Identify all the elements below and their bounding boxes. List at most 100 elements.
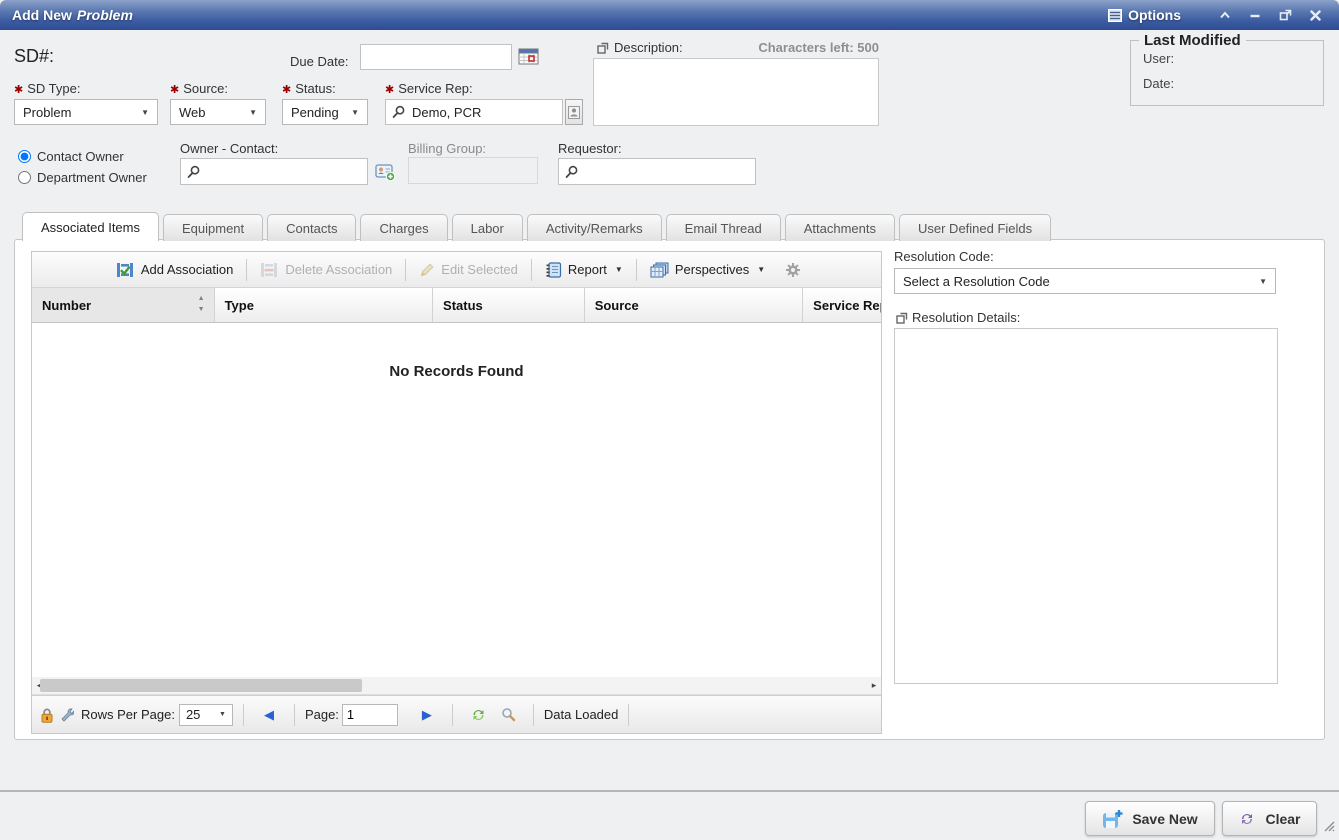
- tab-activity-remarks[interactable]: Activity/Remarks: [527, 214, 662, 241]
- department-owner-option[interactable]: Department Owner: [18, 170, 147, 185]
- bottom-action-bar: Save New Clear: [0, 790, 1339, 840]
- department-owner-label: Department Owner: [37, 170, 147, 185]
- footer-separator: [294, 704, 295, 726]
- due-date-field[interactable]: [367, 45, 505, 69]
- perspectives-button[interactable]: Perspectives ▼: [646, 262, 769, 278]
- refresh-button[interactable]: [470, 707, 487, 723]
- department-owner-radio[interactable]: [18, 171, 31, 184]
- tab-labor[interactable]: Labor: [452, 214, 523, 241]
- pencil-icon: [419, 262, 435, 278]
- service-rep-input[interactable]: Demo, PCR: [385, 99, 563, 125]
- service-rep-lookup-button[interactable]: [565, 99, 583, 125]
- resize-grip[interactable]: [1322, 819, 1335, 837]
- required-asterisk: ✱: [385, 84, 394, 96]
- close-button[interactable]: [1303, 4, 1327, 26]
- lock-button[interactable]: [40, 707, 54, 723]
- column-header-service-rep[interactable]: Service Rep: [803, 288, 881, 322]
- add-contact-button[interactable]: [374, 162, 396, 182]
- tab-attachments[interactable]: Attachments: [785, 214, 895, 241]
- rows-per-page-select[interactable]: 25 ▼: [179, 704, 233, 726]
- sd-type-value: Problem: [23, 105, 71, 120]
- chevron-down-icon: ▼: [1259, 277, 1267, 286]
- resolution-details-textarea[interactable]: [894, 328, 1278, 684]
- options-button[interactable]: Options: [1108, 7, 1181, 23]
- page-input[interactable]: [342, 704, 398, 726]
- scroll-right-button[interactable]: ▸: [867, 680, 881, 691]
- column-header-type[interactable]: Type: [215, 288, 433, 322]
- tab-email-thread[interactable]: Email Thread: [666, 214, 781, 241]
- column-header-status[interactable]: Status: [433, 288, 585, 322]
- next-page-button[interactable]: ▶: [398, 707, 442, 723]
- edit-selected-label: Edit Selected: [441, 262, 518, 277]
- status-value: Pending: [291, 105, 339, 120]
- last-modified-fieldset: Last Modified User: Date:: [1130, 40, 1324, 106]
- footer-separator: [243, 704, 244, 726]
- tab-contacts[interactable]: Contacts: [267, 214, 356, 241]
- last-modified-user-label: User:: [1143, 51, 1323, 66]
- report-button[interactable]: Report ▼: [541, 262, 627, 278]
- minimize-icon: [1249, 10, 1261, 20]
- column-header-number[interactable]: Number ▲▼: [32, 288, 215, 322]
- gear-icon: [785, 262, 801, 278]
- resolution-code-select[interactable]: Select a Resolution Code ▼: [894, 268, 1276, 294]
- titlebar[interactable]: Add NewProblem Options: [0, 0, 1339, 30]
- resolution-code-value: Select a Resolution Code: [903, 274, 1050, 289]
- edit-selected-button[interactable]: Edit Selected: [415, 262, 522, 278]
- description-textarea[interactable]: [593, 58, 879, 126]
- popout-icon[interactable]: [597, 42, 609, 54]
- tab-associated-items[interactable]: Associated Items: [22, 212, 159, 241]
- requestor-input[interactable]: [558, 158, 756, 185]
- delete-association-button[interactable]: Delete Association: [256, 262, 396, 278]
- chevron-down-icon: ▼: [615, 265, 623, 274]
- required-asterisk: ✱: [170, 84, 179, 96]
- tab-user-defined-fields[interactable]: User Defined Fields: [899, 214, 1051, 241]
- window-title: Add NewProblem: [12, 7, 133, 23]
- contact-owner-radio[interactable]: [18, 150, 31, 163]
- add-association-button[interactable]: Add Association: [112, 262, 238, 278]
- delete-association-label: Delete Association: [285, 262, 392, 277]
- tab-equipment[interactable]: Equipment: [163, 214, 263, 241]
- horizontal-scrollbar[interactable]: ◂ ▸: [32, 677, 881, 695]
- source-select[interactable]: Web▼: [170, 99, 266, 125]
- service-rep-label: ✱Service Rep:: [385, 81, 473, 96]
- chevron-down-icon: ▼: [219, 711, 226, 718]
- owner-contact-input[interactable]: [180, 158, 368, 185]
- search-records-button[interactable]: [501, 707, 516, 722]
- source-label: ✱Source:: [170, 81, 228, 96]
- billing-group-label: Billing Group:: [408, 141, 486, 156]
- scroll-thumb[interactable]: [40, 679, 362, 692]
- prev-page-button[interactable]: ◀: [254, 707, 284, 723]
- required-asterisk: ✱: [14, 84, 23, 96]
- clear-label: Clear: [1265, 811, 1300, 827]
- minimize-button[interactable]: [1243, 4, 1267, 26]
- search-icon: [187, 165, 201, 179]
- requestor-field[interactable]: [585, 159, 749, 184]
- footer-separator: [452, 704, 453, 726]
- due-date-input[interactable]: [360, 44, 512, 70]
- tab-charges[interactable]: Charges: [360, 214, 447, 241]
- maximize-icon: [1279, 9, 1292, 21]
- refresh-icon: [470, 707, 487, 723]
- characters-left-counter: Characters left: 500: [740, 40, 879, 55]
- status-select[interactable]: Pending▼: [282, 99, 368, 125]
- owner-contact-field[interactable]: [207, 159, 361, 184]
- rows-per-page-label: Rows Per Page:: [81, 707, 175, 722]
- sd-type-select[interactable]: Problem▼: [14, 99, 158, 125]
- last-modified-date-label: Date:: [1143, 76, 1323, 91]
- customize-button[interactable]: [59, 707, 74, 722]
- toolbar-separator: [636, 259, 637, 281]
- popout-icon[interactable]: [896, 312, 908, 324]
- clear-button[interactable]: Clear: [1222, 801, 1317, 836]
- maximize-button[interactable]: [1273, 4, 1297, 26]
- collapse-button[interactable]: [1213, 4, 1237, 26]
- calendar-button[interactable]: [517, 45, 539, 66]
- contact-owner-option[interactable]: Contact Owner: [18, 149, 124, 164]
- column-header-source[interactable]: Source: [585, 288, 803, 322]
- lock-icon: [40, 707, 54, 723]
- save-new-button[interactable]: Save New: [1085, 801, 1215, 836]
- page-label: Page:: [305, 707, 339, 722]
- sort-icon: ▲▼: [198, 293, 205, 315]
- grid-settings-button[interactable]: [785, 262, 801, 278]
- last-modified-title: Last Modified: [1139, 32, 1246, 49]
- description-label: Description:: [614, 40, 683, 55]
